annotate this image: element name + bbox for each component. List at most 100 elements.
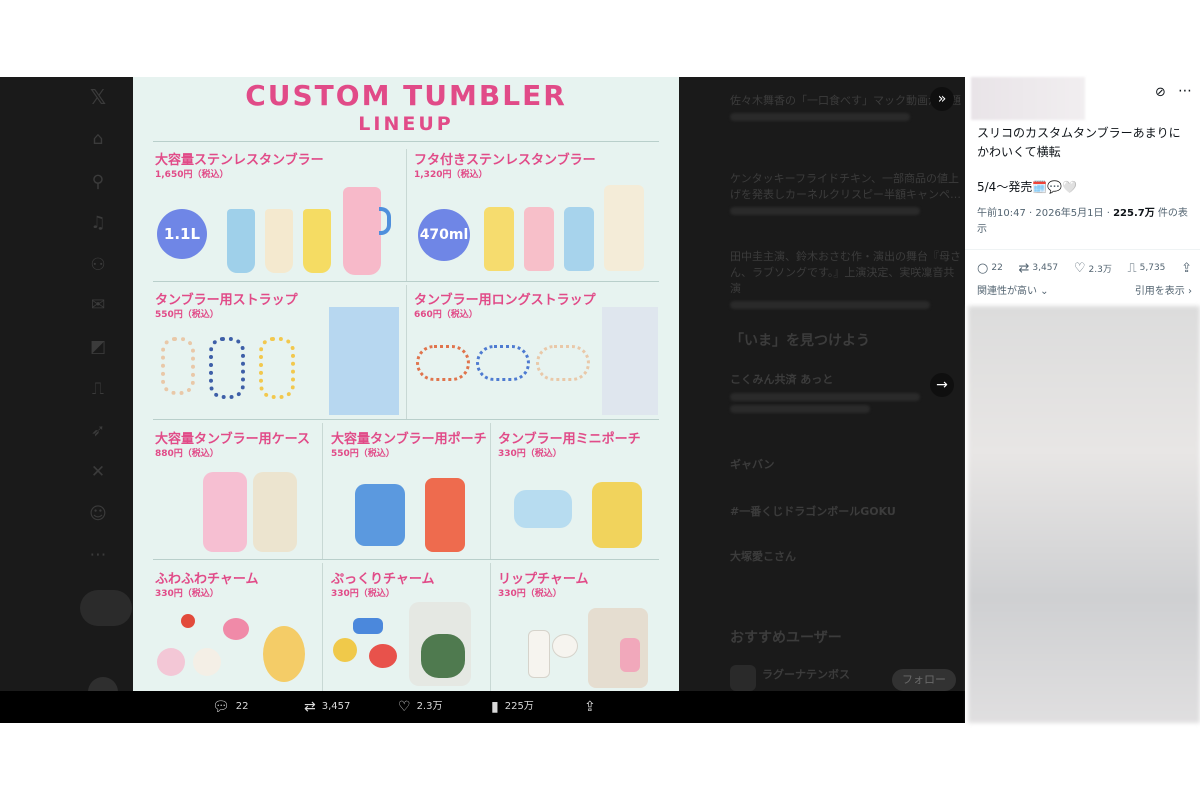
product-cell: リップチャーム 330円（税込）: [496, 568, 659, 691]
charm-heart: [369, 644, 397, 668]
product-cell: タンブラー用ロングストラップ 660円（税込）: [412, 289, 659, 417]
relevance-sort[interactable]: 関連性が高い ⌄: [977, 282, 1049, 297]
product-price: 550円（税込）: [155, 310, 219, 320]
reply-count: 22: [235, 701, 249, 712]
tumbler-yellow: [484, 207, 514, 271]
product-price: 550円（税込）: [331, 449, 395, 459]
divider: [153, 281, 659, 282]
news-title: こくみん共済 あっと: [730, 373, 834, 386]
views-icon: ▮: [491, 699, 499, 715]
news-meta: [730, 389, 962, 413]
product-name: タンブラー用ロングストラップ: [414, 293, 596, 308]
views-button[interactable]: ▮ 225万: [491, 697, 534, 717]
product-cell: 大容量タンブラー用ケース 880円（税込）: [153, 428, 323, 558]
quotes-link[interactable]: 引用を表示 ›: [1135, 282, 1192, 297]
bell-icon: ♫: [90, 213, 106, 233]
product-cell: ぷっくりチャーム 330円（税込）: [329, 568, 489, 691]
product-cell: 大容量タンブラー用ポーチ 550円（税込）: [329, 428, 489, 558]
arrow-right-icon[interactable]: →: [930, 373, 954, 397]
charm-flower: [333, 638, 357, 662]
repost-button[interactable]: ⇄ 3,457: [1018, 261, 1058, 276]
reply-button[interactable]: ○ 22: [977, 261, 1003, 276]
tumbler-cream: [604, 185, 644, 271]
trend-text: 田中圭主演、鈴木おさむ作・演出の舞台『母さん、ラブソングです。』上演決定、実咲凜…: [730, 250, 961, 295]
bookmark-icon: ⎍: [92, 379, 104, 399]
reply-count: 22: [991, 263, 1003, 273]
share-button[interactable]: ⇪: [1181, 261, 1192, 276]
product-name: タンブラー用ミニポーチ: [498, 432, 641, 447]
share-button[interactable]: ⇪: [584, 697, 596, 717]
pouch-red: [425, 478, 465, 552]
dimmed-nav: 𝕏 ⌂ ⚲ ♫ ⚇ ✉ ◩ ⎍ ➶ ✕ ☺ ⋯: [76, 77, 136, 723]
divider: [406, 149, 407, 281]
pouch-blue: [355, 484, 405, 546]
tumbler-cream: [265, 209, 293, 273]
quotes-label: 引用を表示: [1134, 286, 1185, 297]
post-detail-panel: ⊘ ⋯ スリコのカスタムタンブラーあまりに かわいくて横転 5/4〜発売🗓️💬🤍…: [965, 77, 1200, 723]
bookmark-icon: ⎍: [1127, 260, 1137, 276]
post-time: 午前10:47 · 2026年5月1日 ·: [977, 208, 1114, 219]
divider: [153, 419, 659, 420]
product-price: 330円（税込）: [155, 589, 219, 599]
product-name: タンブラー用ストラップ: [155, 293, 298, 308]
chevron-right-icon: ›: [1184, 286, 1192, 297]
product-price: 1,320円（税込）: [414, 170, 488, 180]
product-name: ふわふわチャーム: [155, 572, 259, 587]
divider: [153, 559, 659, 560]
bookmark-count: 5,735: [1139, 263, 1166, 273]
like-button[interactable]: ♡ 2.3万: [1074, 261, 1112, 276]
divider: [322, 563, 323, 691]
search-icon: ⚲: [91, 172, 105, 192]
strap-cream: [161, 337, 195, 395]
product-cell: 大容量ステンレスタンブラー 1,650円（税込） 1.1L: [153, 149, 405, 279]
home-icon: ⌂: [92, 129, 104, 149]
like-count: 2.3万: [416, 701, 443, 712]
product-cell: タンブラー用ストラップ 550円（税込）: [153, 289, 405, 417]
strap-navy: [209, 337, 245, 399]
tumbler-yellow: [303, 209, 331, 273]
repost-count: 3,457: [1032, 263, 1059, 273]
product-name: 大容量ステンレスタンブラー: [155, 153, 324, 168]
long-strap-cream: [536, 345, 590, 381]
profile-icon: ☺: [89, 504, 107, 524]
charm-chick: [263, 626, 305, 682]
product-name: 大容量タンブラー用ポーチ: [331, 432, 487, 447]
product-price: 660円（税込）: [414, 310, 478, 320]
post-image[interactable]: CUSTOM TUMBLER LINEUP 大容量ステンレスタンブラー 1,65…: [133, 77, 679, 691]
like-count: 2.3万: [1088, 264, 1112, 275]
capacity-badge: 1.1L: [157, 209, 207, 259]
view-count: 225万: [504, 701, 534, 712]
x-logo-icon: 𝕏: [89, 85, 107, 109]
like-button[interactable]: ♡ 2.3万: [398, 697, 442, 717]
media-action-bar: 💬︎ 22 ⇄ 3,457 ♡ 2.3万 ▮ 225万 ⇪: [0, 691, 965, 723]
product-price: 330円（税込）: [498, 589, 562, 599]
charm-cherry: [181, 614, 195, 628]
expand-icon[interactable]: »: [930, 87, 954, 111]
bookmark-button[interactable]: ⎍ 5,735: [1128, 261, 1166, 276]
post-text-line2: かわいくて横転: [977, 145, 1061, 159]
product-name: フタ付きステンレスタンブラー: [414, 153, 596, 168]
post-view-count: 225.7万: [1113, 208, 1155, 219]
charm-bear: [193, 648, 221, 676]
long-strap-blue: [476, 345, 530, 381]
capacity-badge: 470ml: [418, 209, 470, 261]
blurred-header: [971, 77, 1085, 120]
trend-item-c: 大塚愛こさん: [730, 550, 796, 563]
explore-heading: 「いま」を見つけよう: [730, 333, 870, 349]
divider: [322, 423, 323, 559]
reply-button[interactable]: 💬︎ 22: [212, 697, 249, 717]
divider: [406, 285, 407, 419]
grok-icon: ◩: [89, 337, 107, 357]
repost-button[interactable]: ⇄ 3,457: [304, 697, 350, 717]
trend-text: ケンタッキーフライドチキン、一部商品の値上げを発表しカーネルクリスピー半額キャン…: [730, 172, 961, 201]
recommended-avatar: [730, 665, 756, 691]
divider: [965, 249, 1200, 250]
translate-icon[interactable]: ⊘: [1155, 85, 1166, 100]
more-icon[interactable]: ⋯: [1178, 83, 1192, 99]
trend-item: 佐々木舞香の「一口食べす」マック動画が話題: [730, 93, 962, 121]
product-cell: タンブラー用ミニポーチ 330円（税込）: [496, 428, 659, 558]
share-icon: ⇪: [584, 699, 596, 715]
trend-item-a: ギャバン: [730, 458, 775, 471]
blurred-meta: [730, 393, 920, 401]
post-timestamp: 午前10:47 · 2026年5月1日 · 225.7万 件の表示: [977, 206, 1192, 238]
